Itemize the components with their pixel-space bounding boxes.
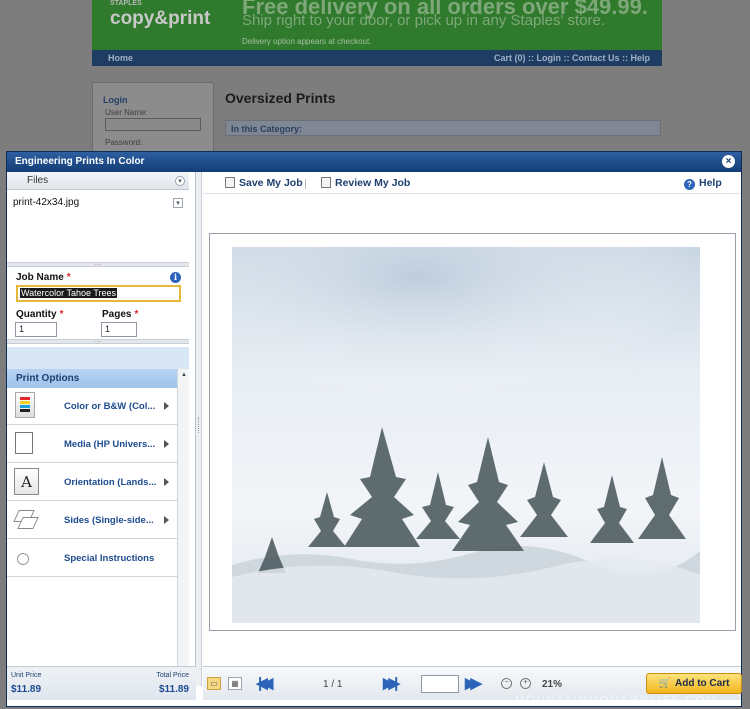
watermark: MOUNTAINMODERNLIFE.COM xyxy=(515,694,718,706)
chevron-right-icon xyxy=(164,516,169,524)
unit-price-value: $11.89 xyxy=(11,684,42,695)
chevron-right-icon xyxy=(164,402,169,410)
zoom-in-icon[interactable]: + xyxy=(520,678,531,689)
special-instructions-icon xyxy=(17,553,29,565)
option-color[interactable]: Color or B&W (Col... xyxy=(7,388,177,425)
chevron-right-icon xyxy=(164,440,169,448)
files-header[interactable]: Files ▾ xyxy=(7,172,189,190)
chevron-down-icon[interactable]: ▾ xyxy=(175,176,185,186)
preview-toolbar: Save My Job Review My Job ? Help xyxy=(203,172,741,194)
job-name-label-text: Job Name xyxy=(16,272,64,283)
help-button[interactable]: ? Help xyxy=(684,177,722,190)
quantity-label-text: Quantity xyxy=(16,309,57,320)
preview-area xyxy=(203,195,741,686)
spacer-band xyxy=(7,347,189,369)
nav-right-links: Cart (0) :: Login :: Contact Us :: Help xyxy=(494,53,650,63)
toolbar-separator xyxy=(305,179,306,189)
background-page-title: Oversized Prints xyxy=(225,90,336,106)
file-name: print-42x34.jpg xyxy=(13,197,80,208)
cart-icon: 🛒 xyxy=(658,678,671,689)
pages-input[interactable]: 1 xyxy=(101,322,137,337)
staples-logo-small: STAPLES xyxy=(110,0,142,7)
grid-view-icon[interactable]: ▦ xyxy=(228,677,242,690)
pages-label: Pages * xyxy=(102,309,138,320)
save-job-label: Save My Job xyxy=(239,177,303,189)
quantity-input[interactable]: 1 xyxy=(15,322,57,337)
login-title: Login xyxy=(103,95,128,105)
job-name-value: Watercolor Tahoe Trees xyxy=(20,288,118,298)
pages-label-text: Pages xyxy=(102,309,132,320)
print-job-modal: Engineering Prints In Color × Files ▾ pr… xyxy=(6,151,742,707)
promo-subline: Ship right to your door, or pick up in a… xyxy=(242,12,606,29)
job-name-label: Job Name * xyxy=(16,272,71,283)
quantity-label: Quantity * xyxy=(16,309,63,320)
unit-price-label: Unit Price xyxy=(11,672,42,679)
username-label: User Name: xyxy=(105,108,148,117)
login-panel: Login User Name: Password: xyxy=(92,82,214,152)
file-item[interactable]: print-42x34.jpg ▾ xyxy=(7,195,189,211)
page-number-input[interactable] xyxy=(421,675,459,693)
add-to-cart-button[interactable]: 🛒 Add to Cart xyxy=(646,673,742,694)
scroll-up-icon[interactable]: ▲ xyxy=(180,371,188,379)
price-footer: Unit Price $11.89 Total Price $11.89 xyxy=(7,666,196,700)
option-sides[interactable]: Sides (Single-side... xyxy=(7,502,177,539)
help-label: Help xyxy=(699,177,722,189)
print-preview-image xyxy=(232,247,700,623)
file-chevron-down-icon[interactable]: ▾ xyxy=(173,198,183,208)
option-special-instructions[interactable]: Special Instructions xyxy=(7,540,177,577)
zoom-level: 21% xyxy=(542,679,563,690)
promo-note: Delivery option appears at checkout. xyxy=(242,37,372,46)
username-field xyxy=(105,118,201,131)
panel-splitter[interactable] xyxy=(196,172,202,686)
left-panel: Files ▾ print-42x34.jpg ▾ .... Job Name *… xyxy=(7,172,196,686)
total-price-value: $11.89 xyxy=(158,684,189,695)
modal-titlebar: Engineering Prints In Color × xyxy=(7,152,741,172)
print-options-header: Print Options xyxy=(7,369,177,388)
sides-icon xyxy=(13,507,39,533)
last-page-icon[interactable]: ▶▶| xyxy=(383,676,407,692)
review-job-label: Review My Job xyxy=(335,177,411,189)
save-icon xyxy=(225,177,235,188)
option-special-label: Special Instructions xyxy=(64,553,155,564)
files-resize-handle[interactable]: .... xyxy=(7,261,189,267)
media-paper-icon xyxy=(15,432,33,454)
page-indicator: 1 / 1 xyxy=(323,679,343,690)
save-job-button[interactable]: Save My Job xyxy=(225,177,303,189)
close-icon[interactable]: × xyxy=(722,155,735,168)
chevron-right-icon xyxy=(164,478,169,486)
total-price-label: Total Price xyxy=(156,672,189,679)
job-resize-handle[interactable]: .... xyxy=(7,338,189,344)
required-asterisk: * xyxy=(66,272,71,283)
job-name-input[interactable]: Watercolor Tahoe Trees xyxy=(16,285,181,302)
option-color-label: Color or B&W (Col... xyxy=(64,401,156,412)
option-orientation-label: Orientation (Lands... xyxy=(64,477,157,488)
required-asterisk: * xyxy=(134,309,139,320)
orientation-icon: A xyxy=(14,468,39,495)
nav-home-link: Home xyxy=(108,53,134,63)
files-header-label: Files xyxy=(27,175,49,186)
copy-print-logo: copy&print xyxy=(110,8,211,29)
single-page-view-icon[interactable]: ▭ xyxy=(207,677,221,690)
password-label: Password: xyxy=(105,138,143,147)
option-media-label: Media (HP Univers... xyxy=(64,439,156,450)
go-to-page-icon[interactable]: ▶▶ xyxy=(465,676,489,692)
review-job-button[interactable]: Review My Job xyxy=(321,177,410,189)
help-icon: ? xyxy=(684,179,695,190)
option-media[interactable]: Media (HP Univers... xyxy=(7,426,177,463)
promo-banner: STAPLES copy&print Free delivery on all … xyxy=(92,0,662,50)
options-scrollbar[interactable]: ▲ ▼ xyxy=(177,369,189,686)
info-icon[interactable]: i xyxy=(170,272,181,283)
zoom-out-icon[interactable]: − xyxy=(501,678,512,689)
modal-title: Engineering Prints In Color xyxy=(15,156,145,167)
add-to-cart-label: Add to Cart xyxy=(675,678,730,689)
option-sides-label: Sides (Single-side... xyxy=(64,515,154,526)
document-icon xyxy=(321,177,331,188)
category-bar: In this Category: xyxy=(225,120,661,136)
option-orientation[interactable]: A Orientation (Lands... xyxy=(7,464,177,501)
required-asterisk: * xyxy=(59,309,64,320)
first-page-icon[interactable]: |◀◀ xyxy=(258,676,282,692)
color-cartridge-icon xyxy=(15,392,35,418)
top-nav: Home Cart (0) :: Login :: Contact Us :: … xyxy=(92,50,662,66)
